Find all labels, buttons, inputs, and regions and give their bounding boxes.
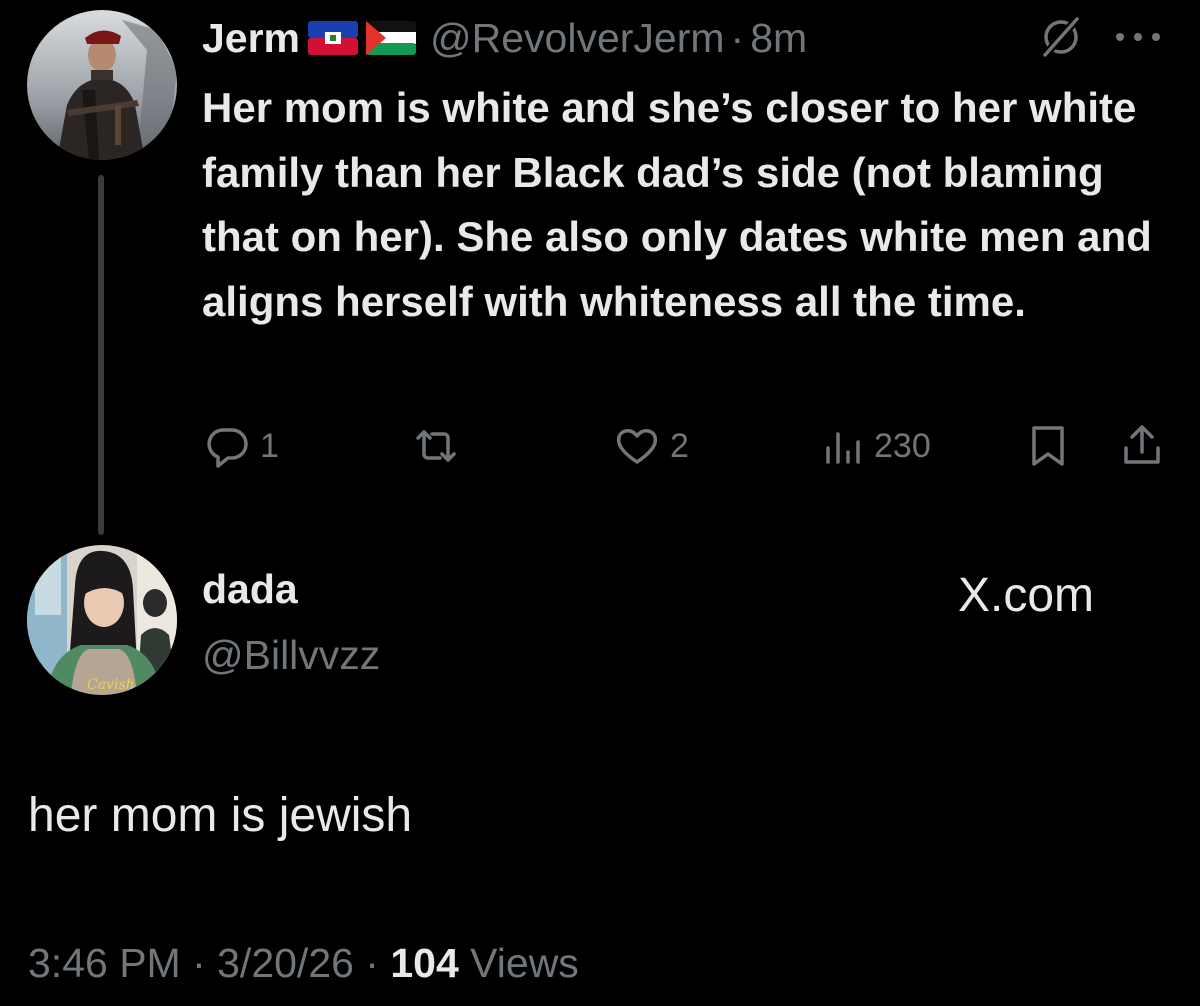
- original-text: her mom is jewish: [28, 789, 413, 842]
- views-button[interactable]: 230: [822, 418, 931, 474]
- reply-text: Her mom is white and she’s closer to her…: [202, 84, 1152, 325]
- watermark-text: X.com: [958, 569, 1095, 622]
- palestine-flag-icon: [366, 21, 417, 55]
- original-views-count: 104: [390, 940, 459, 986]
- bookmark-button[interactable]: [1026, 418, 1070, 474]
- reply-icon: [207, 428, 248, 468]
- xcom-watermark: X.com: [958, 568, 1094, 623]
- repost-button[interactable]: [410, 418, 470, 474]
- jerm-avatar[interactable]: [27, 10, 177, 160]
- retweet-icon: [416, 430, 456, 462]
- timestamp[interactable]: 3:46 PM · 3/20/26 ·: [28, 940, 390, 986]
- original-display-name[interactable]: dada: [202, 566, 298, 613]
- like-count: 2: [670, 426, 689, 465]
- original-handle[interactable]: @Billvvzz: [202, 632, 380, 679]
- reply-count: 1: [260, 426, 279, 465]
- share-button[interactable]: [1118, 418, 1166, 474]
- views-count: 230: [874, 426, 931, 465]
- reply-button[interactable]: 1: [204, 418, 279, 474]
- like-button[interactable]: 2: [612, 418, 689, 474]
- heart-icon: [616, 429, 658, 464]
- haiti-flag-icon: [308, 21, 359, 55]
- separator-dot: ·: [730, 14, 745, 61]
- action-bar: 1 2 230: [0, 418, 1200, 474]
- svg-text:Cavish: Cavish: [87, 677, 135, 693]
- reply-display-name[interactable]: Jerm: [202, 15, 300, 62]
- more-options-icon[interactable]: [1110, 14, 1166, 65]
- dada-avatar[interactable]: Cavish: [27, 545, 177, 695]
- reply-header: Jerm @RevolverJerm · 8m: [202, 8, 807, 68]
- tweet-meta: 3:46 PM · 3/20/26 · 104 Views: [28, 940, 579, 987]
- bookmark-icon: [1032, 426, 1064, 466]
- views-label: Views: [458, 940, 579, 986]
- grok-icon[interactable]: [1038, 14, 1084, 65]
- views-icon: [826, 432, 860, 464]
- thread-line: [98, 175, 104, 535]
- reply-handle[interactable]: @RevolverJerm: [430, 15, 725, 62]
- reply-time[interactable]: 8m: [750, 15, 807, 62]
- share-icon: [1124, 425, 1160, 464]
